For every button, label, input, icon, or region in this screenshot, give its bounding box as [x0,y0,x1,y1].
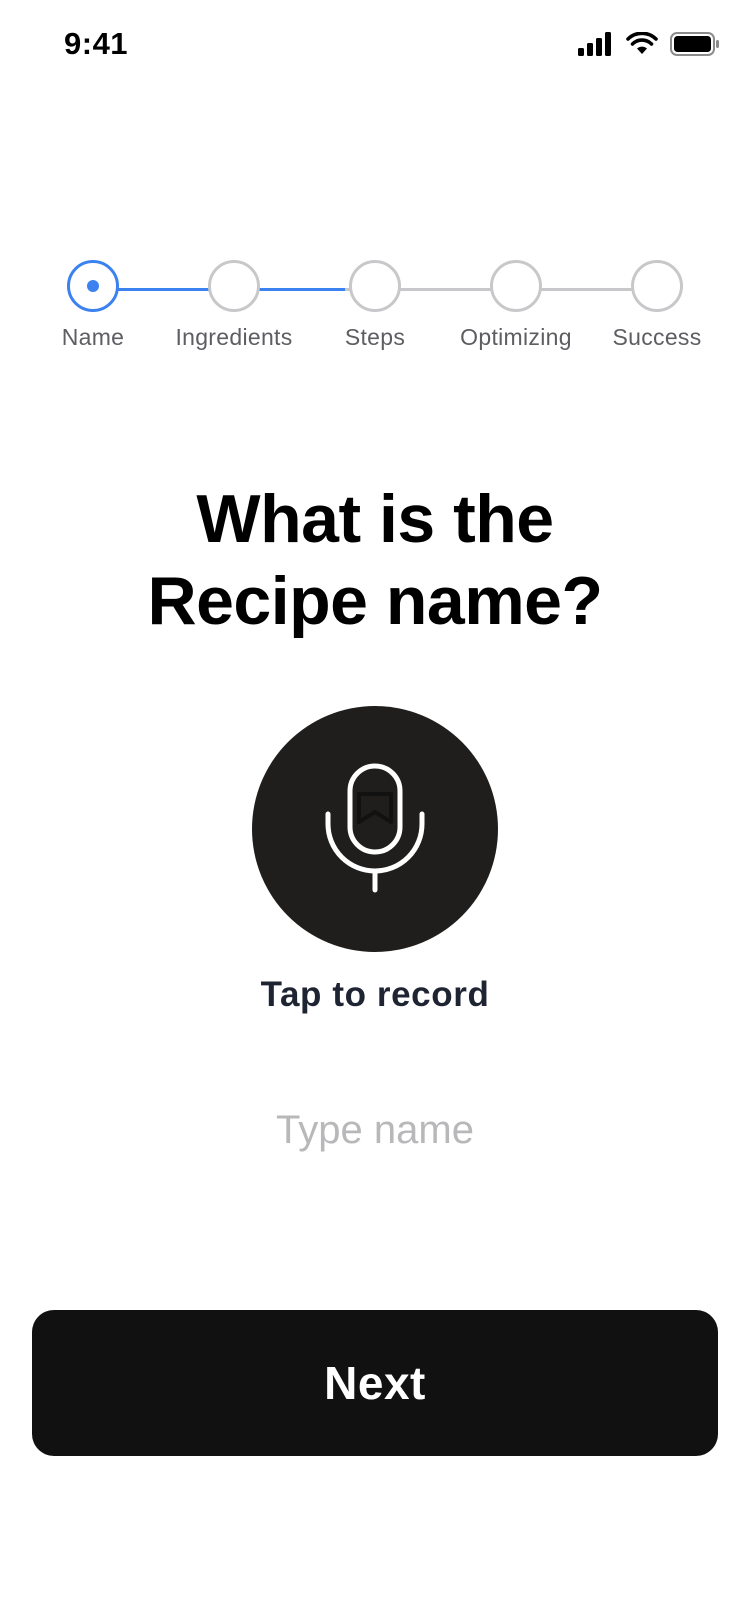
page-title: What is the Recipe name? [0,478,750,642]
step-success: Success [567,260,747,351]
step-label: Ingredients [175,324,293,350]
step-indicator [208,260,260,312]
status-bar: 9:41 [0,0,750,90]
step-indicator [631,260,683,312]
step-label: Optimizing [460,324,572,350]
next-button[interactable]: Next [32,1310,718,1456]
record-button[interactable] [252,706,498,952]
title-line-2: Recipe name? [147,563,603,639]
step-label: Success [612,324,702,350]
cellular-signal-icon [578,32,614,61]
status-time: 9:41 [64,26,129,61]
recipe-name-input[interactable] [175,1100,575,1160]
step-indicator-active [67,260,119,312]
tap-to-record-label: Tap to record [260,975,490,1014]
battery-icon [670,32,720,61]
microphone-icon [325,763,425,893]
wifi-icon [626,31,658,61]
status-icons [578,31,720,61]
step-dot [87,280,99,292]
step-label: Steps [344,324,406,350]
title-line-1: What is the [196,481,554,557]
step-indicator [490,260,542,312]
step-label: Name [61,324,125,350]
progress-stepper: Name Ingredients Steps Optimizing Succes… [0,250,750,360]
step-indicator [349,260,401,312]
